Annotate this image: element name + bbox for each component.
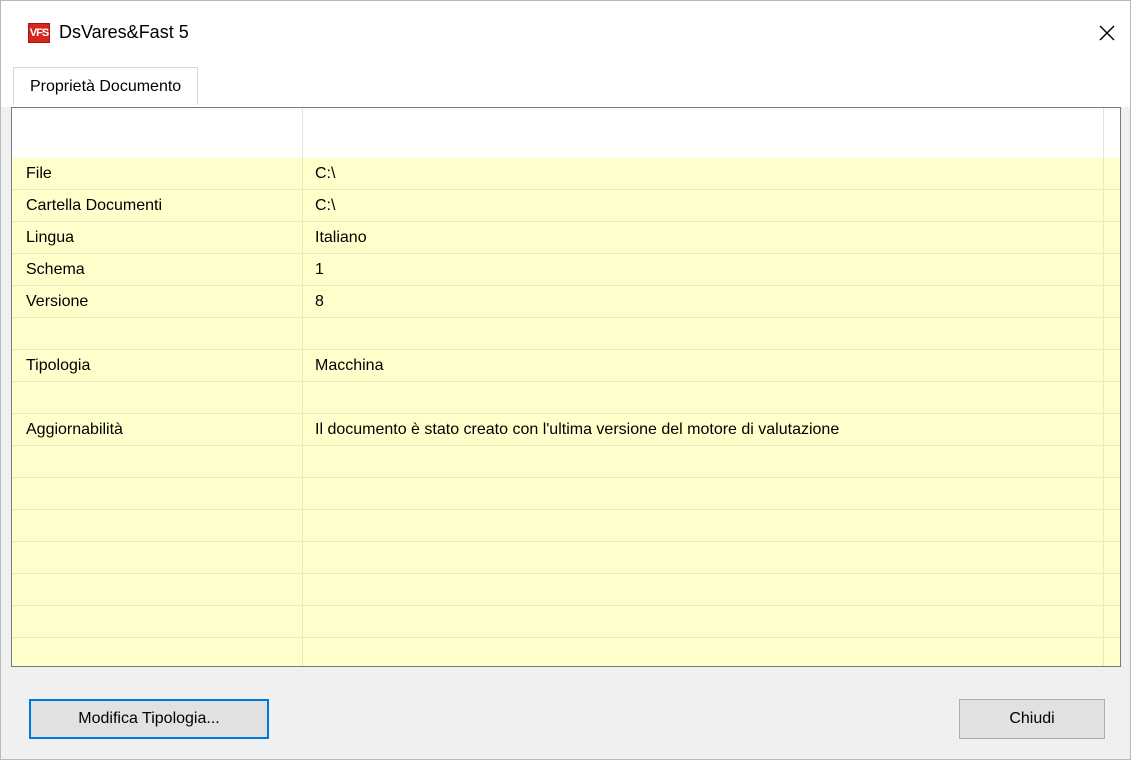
header-separator bbox=[1103, 108, 1104, 158]
property-label: Cartella Documenti bbox=[26, 197, 163, 214]
grid-header bbox=[12, 108, 1120, 159]
property-value: Il documento è stato creato con l'ultima… bbox=[315, 421, 840, 438]
title-bar: VFS DsVares&Fast 5 bbox=[1, 1, 1130, 65]
close-button[interactable]: Chiudi bbox=[959, 699, 1105, 739]
tab-document-properties[interactable]: Proprietà Documento bbox=[13, 67, 199, 105]
table-row[interactable]: Lingua Italiano bbox=[12, 222, 1120, 254]
property-label: File bbox=[26, 165, 52, 182]
property-label: Aggiornabilità bbox=[26, 421, 123, 438]
table-row[interactable]: Schema 1 bbox=[12, 254, 1120, 286]
table-row[interactable]: File C:\ bbox=[12, 158, 1120, 190]
property-value: 8 bbox=[315, 293, 324, 310]
table-row[interactable] bbox=[12, 382, 1120, 414]
close-icon bbox=[1099, 25, 1115, 41]
table-row[interactable] bbox=[12, 446, 1120, 478]
property-label: Lingua bbox=[26, 229, 75, 246]
property-value: Italiano bbox=[315, 229, 367, 246]
property-label: Tipologia bbox=[26, 357, 91, 374]
dialog-window: VFS DsVares&Fast 5 Proprietà Documento F… bbox=[0, 0, 1131, 760]
modify-type-button[interactable]: Modifica Tipologia... bbox=[29, 699, 269, 739]
table-row[interactable] bbox=[12, 478, 1120, 510]
close-window-button[interactable] bbox=[1084, 1, 1130, 65]
table-row[interactable]: Versione 8 bbox=[12, 286, 1120, 318]
grid-body: File C:\ Cartella Documenti C:\ Lingua Italia… bbox=[12, 158, 1120, 666]
app-logo-icon: VFS bbox=[28, 23, 50, 43]
property-label: Schema bbox=[26, 261, 85, 278]
window-title: DsVares&Fast 5 bbox=[59, 22, 189, 42]
property-value: C:\ bbox=[315, 197, 336, 214]
table-row[interactable] bbox=[12, 542, 1120, 574]
property-value: Macchina bbox=[315, 357, 384, 374]
table-row[interactable] bbox=[12, 606, 1120, 638]
table-row[interactable] bbox=[12, 638, 1120, 666]
table-row[interactable]: Aggiornabilità Il documento è stato creat… bbox=[12, 414, 1120, 446]
tab-strip: Proprietà Documento bbox=[1, 65, 1130, 107]
property-value: 1 bbox=[315, 261, 324, 278]
property-label: Versione bbox=[26, 293, 89, 310]
properties-grid: File C:\ Cartella Documenti C:\ Lingua Italia… bbox=[11, 107, 1121, 667]
table-row[interactable]: Cartella Documenti C:\ bbox=[12, 190, 1120, 222]
table-row[interactable] bbox=[12, 574, 1120, 606]
header-separator bbox=[302, 108, 303, 158]
table-row[interactable]: Tipologia Macchina bbox=[12, 350, 1120, 382]
table-row[interactable] bbox=[12, 510, 1120, 542]
table-row[interactable] bbox=[12, 318, 1120, 350]
property-value: C:\ bbox=[315, 165, 336, 182]
